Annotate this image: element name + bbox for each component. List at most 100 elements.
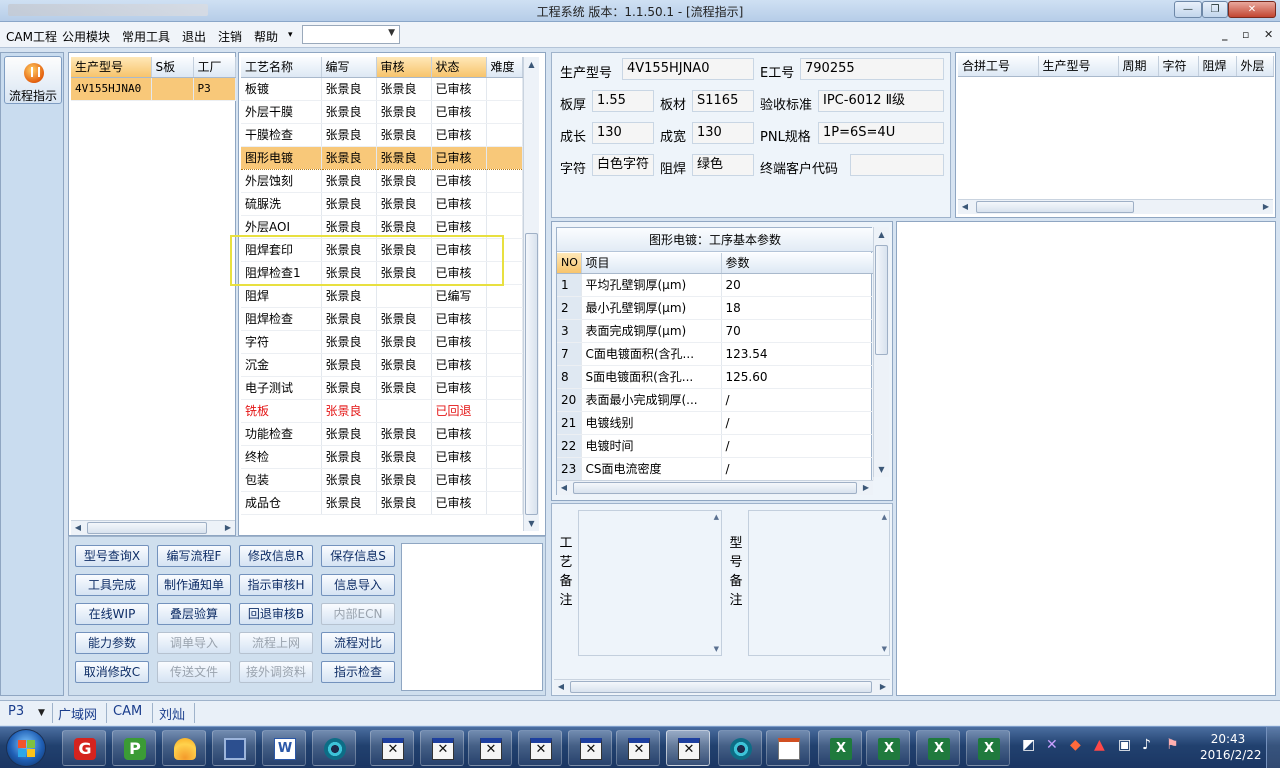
taskbar-excel-3[interactable]: X [916, 730, 960, 766]
mdi-close-icon[interactable]: ✕ [1264, 28, 1273, 41]
pnl-field[interactable]: 1P=6S=4U [818, 122, 944, 144]
taskbar-window-5[interactable]: ✕ [568, 730, 612, 766]
scroll-up-icon[interactable]: ▲ [714, 513, 719, 521]
process-name-cell[interactable]: 阻焊 [241, 284, 322, 308]
status-factory[interactable]: P3 [8, 704, 24, 719]
flow-instruction-button[interactable]: 流程指示 [4, 56, 62, 104]
reviewer-cell[interactable]: 张景良 [376, 123, 432, 147]
taskbar-app-disk[interactable] [212, 730, 256, 766]
taskbar-window-4[interactable]: ✕ [518, 730, 562, 766]
param-item-cell[interactable]: 最小孔壁铜厚(μm) [581, 296, 722, 320]
action-button-1-2[interactable]: 指示审核H [239, 574, 313, 596]
mdi-restore-icon[interactable]: ▫ [1242, 28, 1249, 41]
reviewer-cell[interactable]: 张景良 [376, 192, 432, 216]
maximize-button[interactable]: ❐ [1202, 1, 1228, 18]
param-value-cell[interactable]: 125.60 [721, 365, 874, 389]
col-factory[interactable]: 工厂 [193, 57, 236, 78]
param-value-cell[interactable]: / [721, 411, 874, 435]
close-button[interactable]: ✕ [1228, 1, 1276, 18]
difficulty-cell[interactable] [486, 376, 523, 400]
s-board-cell[interactable] [151, 77, 194, 101]
process-name-cell[interactable]: 阻焊检查 [241, 307, 322, 331]
process-notes-box[interactable]: ▲ ▼ [578, 510, 722, 656]
scroll-thumb[interactable] [525, 233, 538, 515]
reviewer-cell[interactable]: 张景良 [376, 145, 432, 170]
param-item-cell[interactable]: 电镀时间 [581, 434, 722, 458]
col-solder-mask[interactable]: 阻焊 [1198, 56, 1237, 77]
process-row[interactable]: 外层干膜 张景良 张景良 已审核 [241, 100, 523, 124]
material-field[interactable]: S1165 [692, 90, 754, 112]
menu-exit[interactable]: 退出 [182, 28, 206, 45]
taskbar-app-presentation[interactable] [766, 730, 810, 766]
reviewer-cell[interactable]: 张景良 [376, 100, 432, 124]
difficulty-cell[interactable] [486, 399, 523, 423]
writer-cell[interactable]: 张景良 [321, 445, 377, 469]
status-cell[interactable]: 已编写 [431, 284, 487, 308]
col-param[interactable]: 参数 [721, 253, 874, 274]
action-button-4-2[interactable]: 接外调资料 [239, 661, 313, 683]
params-vscroll[interactable]: ▲ ▼ [873, 227, 889, 477]
process-row[interactable]: 沉金 张景良 张景良 已审核 [241, 353, 523, 377]
scroll-down-icon[interactable]: ▼ [882, 645, 887, 653]
status-cell[interactable]: 已审核 [431, 192, 487, 216]
thickness-field[interactable]: 1.55 [592, 90, 654, 112]
scroll-up-icon[interactable]: ▲ [524, 57, 539, 72]
param-no-cell[interactable]: 7 [557, 342, 582, 366]
process-name-cell[interactable]: 硫脲洗 [241, 192, 322, 216]
param-value-cell[interactable]: 70 [721, 319, 874, 343]
difficulty-cell[interactable] [486, 491, 523, 515]
param-no-cell[interactable]: 21 [557, 411, 582, 435]
taskbar-window-7-active[interactable]: ✕ [666, 730, 710, 766]
reviewer-cell[interactable]: 张景良 [376, 445, 432, 469]
process-row[interactable]: 板镀 张景良 张景良 已审核 [241, 77, 523, 101]
status-cell[interactable]: 已回退 [431, 399, 487, 423]
scroll-right-icon[interactable]: ▶ [221, 521, 235, 535]
model-cell[interactable]: 4V155HJNA0 [71, 77, 152, 101]
difficulty-cell[interactable] [486, 169, 523, 193]
taskbar-excel-1[interactable]: X [818, 730, 862, 766]
taskbar-app-word[interactable]: W [262, 730, 306, 766]
scroll-thumb[interactable] [573, 482, 857, 494]
tray-acrobat-icon[interactable]: ▲ [1094, 737, 1105, 753]
param-row[interactable]: 1 平均孔壁铜厚(μm) 20 [557, 273, 874, 297]
difficulty-cell[interactable] [486, 353, 523, 377]
scroll-left-icon[interactable]: ◀ [557, 481, 571, 495]
writer-cell[interactable]: 张景良 [321, 330, 377, 354]
writer-cell[interactable]: 张景良 [321, 77, 377, 101]
reviewer-cell[interactable]: 张景良 [376, 330, 432, 354]
param-item-cell[interactable]: 表面完成铜厚(μm) [581, 319, 722, 343]
reviewer-cell[interactable] [376, 399, 432, 423]
scroll-down-icon[interactable]: ▼ [524, 516, 539, 531]
process-row[interactable]: 铣板 张景良 已回退 [241, 399, 523, 423]
taskbar-excel-4[interactable]: X [966, 730, 1010, 766]
scroll-left-icon[interactable]: ◀ [554, 680, 568, 694]
param-no-cell[interactable]: 20 [557, 388, 582, 412]
difficulty-cell[interactable] [486, 445, 523, 469]
action-button-1-3[interactable]: 信息导入 [321, 574, 395, 596]
difficulty-cell[interactable] [486, 192, 523, 216]
taskbar-window-1[interactable]: ✕ [370, 730, 414, 766]
menu-common-tools[interactable]: 常用工具 [122, 28, 170, 45]
writer-cell[interactable]: 张景良 [321, 468, 377, 492]
col-process-name[interactable]: 工艺名称 [241, 57, 322, 78]
action-button-4-0[interactable]: 取消修改C [75, 661, 149, 683]
scroll-down-icon[interactable]: ▼ [874, 462, 889, 477]
param-no-cell[interactable]: 1 [557, 273, 582, 297]
col-combine-no[interactable]: 合拼工号 [958, 56, 1039, 77]
mdi-minimize-icon[interactable]: _ [1222, 28, 1228, 41]
process-row[interactable]: 功能检查 张景良 张景良 已审核 [241, 422, 523, 446]
param-item-cell[interactable]: 平均孔壁铜厚(μm) [581, 273, 722, 297]
process-name-cell[interactable]: 成品仓 [241, 491, 322, 515]
param-row[interactable]: 22 电镀时间 / [557, 434, 874, 458]
col-model[interactable]: 生产型号 [71, 57, 152, 78]
process-name-cell[interactable]: 图形电镀 [241, 145, 322, 170]
param-no-cell[interactable]: 22 [557, 434, 582, 458]
taskbar-app-shell[interactable] [162, 730, 206, 766]
process-row[interactable]: 外层蚀刻 张景良 张景良 已审核 [241, 169, 523, 193]
character-field[interactable]: 白色字符 [592, 154, 654, 176]
writer-cell[interactable]: 张景良 [321, 307, 377, 331]
col-reviewer[interactable]: 审核 [376, 57, 432, 78]
difficulty-cell[interactable] [486, 77, 523, 101]
menu-logout[interactable]: 注销 [218, 28, 242, 45]
tray-flag-icon[interactable]: ⚑ [1166, 737, 1179, 753]
